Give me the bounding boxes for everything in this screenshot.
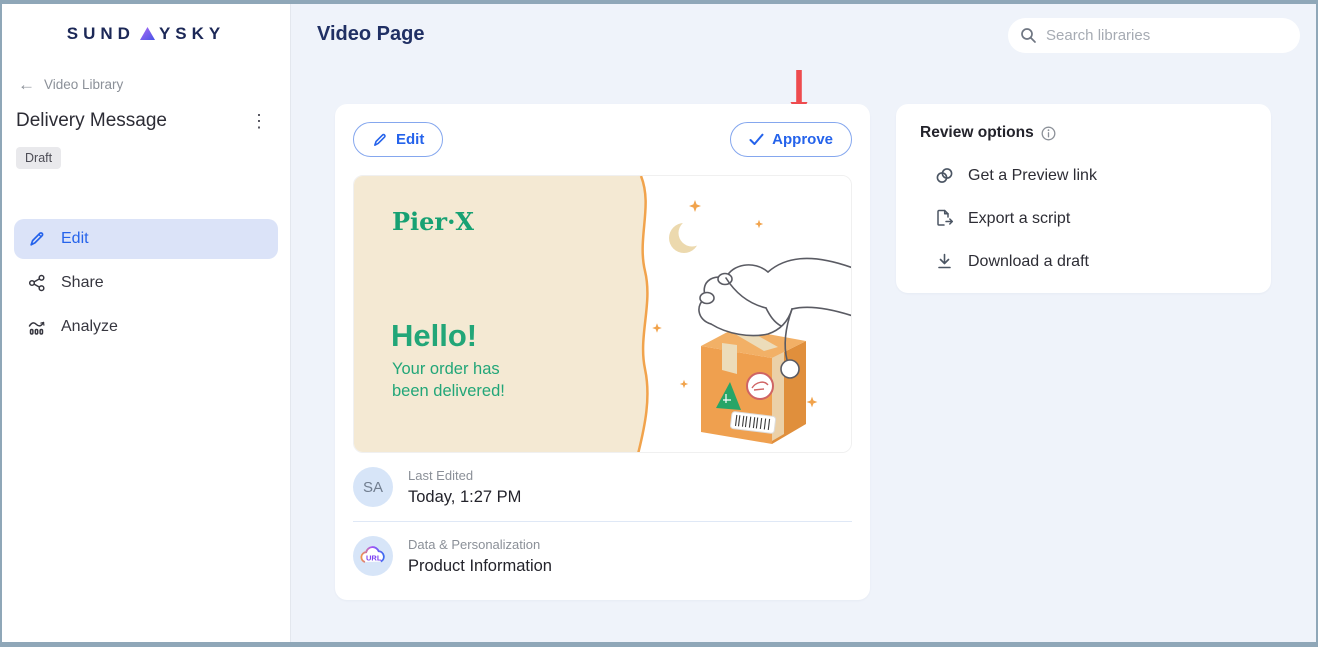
search-bar[interactable] — [1008, 18, 1300, 53]
share-nodes-icon — [28, 274, 46, 292]
url-label: URL — [366, 554, 382, 563]
avatar: SA — [353, 467, 393, 507]
download-icon — [935, 252, 954, 271]
export-icon — [935, 209, 954, 228]
main-area: Video Page Edit — [291, 4, 1316, 642]
meta-value: Product Information — [408, 557, 552, 576]
logo-text-post: YSKY — [159, 24, 225, 44]
approve-button[interactable]: Approve — [730, 122, 852, 157]
sidebar-item-edit[interactable]: Edit — [14, 219, 278, 259]
sidebar-nav: Edit Share Analyze — [2, 219, 290, 347]
option-label: Export a script — [968, 210, 1070, 228]
pencil-icon — [28, 230, 46, 248]
pencil-icon — [372, 132, 388, 148]
logo-triangle-icon — [140, 27, 155, 40]
thumb-headline: Hello! — [391, 318, 477, 353]
sidebar: SUND YSKY ← Video Library Delivery Messa… — [2, 4, 291, 642]
meta-value: Today, 1:27 PM — [408, 488, 521, 507]
sidebar-item-label: Analyze — [61, 318, 118, 336]
page-title: Video Page — [317, 23, 424, 46]
kebab-menu-icon[interactable]: ⋮ — [244, 111, 274, 132]
check-icon — [749, 133, 764, 146]
delivery-illustration: Pier·X Hello! Your order has been delive… — [354, 176, 852, 453]
meta-label: Data & Personalization — [408, 537, 552, 552]
info-icon[interactable] — [1041, 126, 1056, 141]
app-window: SUND YSKY ← Video Library Delivery Messa… — [0, 0, 1318, 647]
download-draft-option[interactable]: Download a draft — [920, 252, 1247, 271]
review-options-panel: Review options Get a Preview link — [896, 104, 1271, 293]
search-icon — [1020, 27, 1037, 44]
package-box — [701, 328, 806, 444]
logo-text-pre: SUND — [67, 24, 135, 44]
option-label: Get a Preview link — [968, 167, 1097, 185]
data-personalization-row: URL Data & Personalization Product Infor… — [353, 522, 852, 590]
brand-logo-text: Pier·X — [392, 207, 474, 236]
sundaysky-logo: SUND YSKY — [2, 4, 290, 44]
sidebar-item-label: Share — [61, 274, 104, 292]
sidebar-item-analyze[interactable]: Analyze — [14, 307, 278, 347]
url-cloud-icon: URL — [353, 536, 393, 576]
review-options-title: Review options — [920, 124, 1034, 142]
approve-button-label: Approve — [772, 131, 833, 148]
edit-button[interactable]: Edit — [353, 122, 443, 157]
sidebar-item-share[interactable]: Share — [14, 263, 278, 303]
export-script-option[interactable]: Export a script — [920, 209, 1247, 228]
search-input[interactable] — [1046, 27, 1288, 44]
video-card: Edit Approve — [335, 104, 870, 600]
avatar-initials: SA — [363, 479, 383, 496]
video-thumbnail[interactable]: Pier·X Hello! Your order has been delive… — [353, 175, 852, 453]
meta-label: Last Edited — [408, 468, 521, 483]
get-preview-link-option[interactable]: Get a Preview link — [920, 166, 1247, 185]
project-title: Delivery Message — [16, 110, 167, 132]
last-edited-row: SA Last Edited Today, 1:27 PM — [353, 453, 852, 521]
status-badge: Draft — [16, 147, 61, 169]
back-arrow-icon[interactable]: ← — [18, 76, 35, 93]
option-label: Download a draft — [968, 253, 1089, 271]
link-icon — [935, 166, 954, 185]
sidebar-item-label: Edit — [61, 230, 89, 248]
thumb-subline1: Your order has — [392, 360, 500, 378]
edit-button-label: Edit — [396, 131, 424, 148]
analyze-chart-icon — [28, 318, 46, 336]
back-to-video-library[interactable]: ← Video Library — [18, 76, 290, 93]
thumb-subline2: been delivered! — [392, 382, 505, 400]
back-label[interactable]: Video Library — [44, 77, 123, 92]
